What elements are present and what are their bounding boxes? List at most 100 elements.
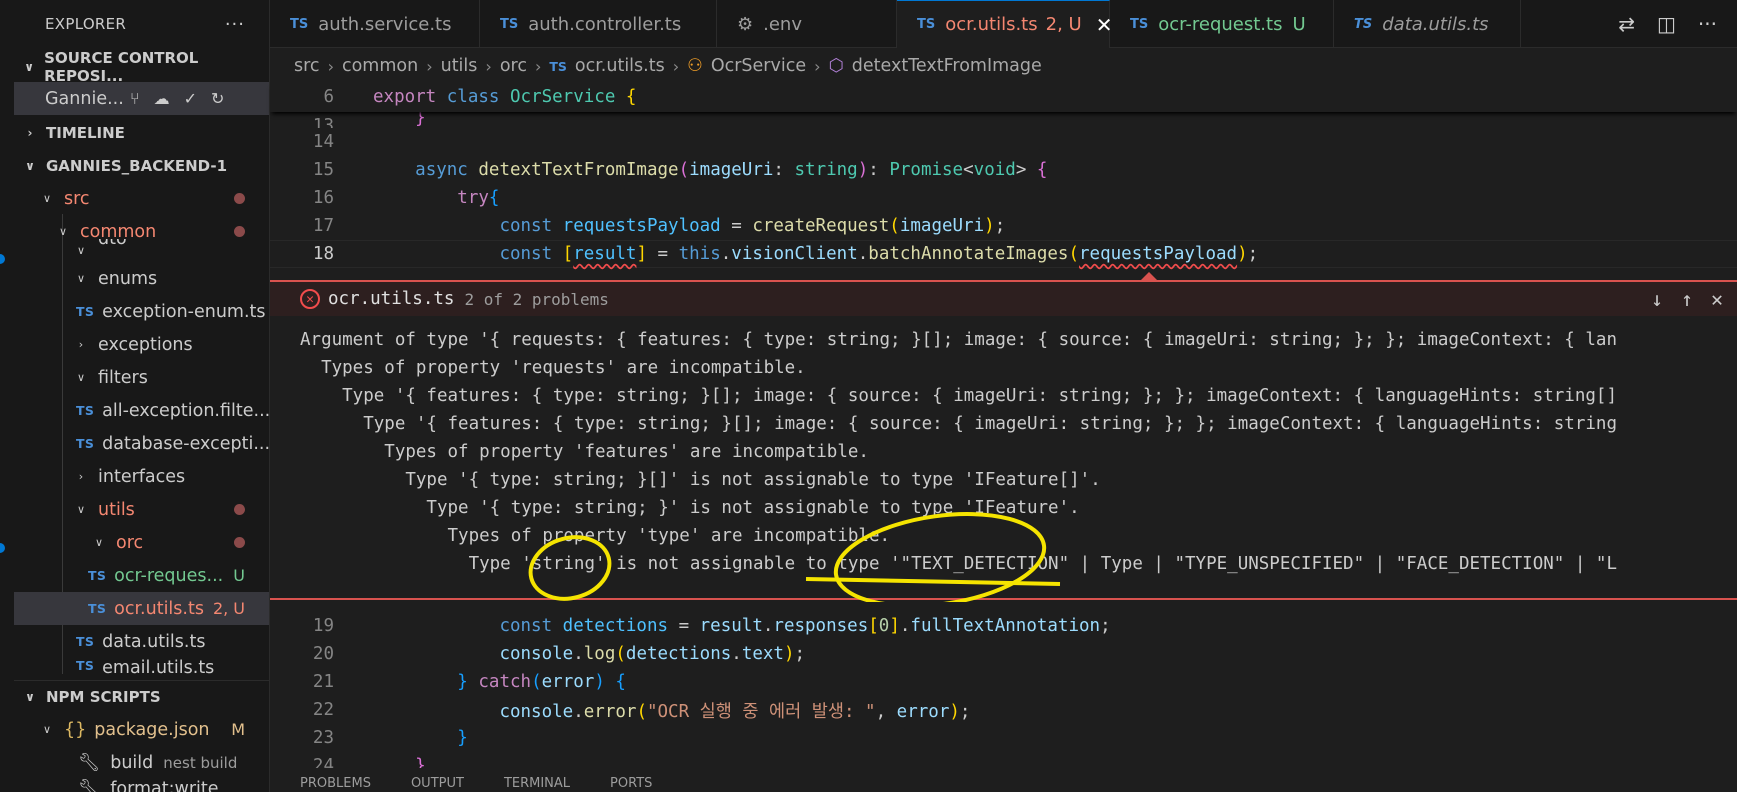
repo-row[interactable]: Gannie... ⑂ ☁ ✓ ↻ bbox=[14, 82, 269, 115]
tree-file-ocr-request[interactable]: TS ocr-reques... U bbox=[14, 559, 269, 592]
chevron-right-icon: › bbox=[485, 56, 492, 76]
tree-label: filters bbox=[98, 367, 148, 388]
compare-changes-icon[interactable]: ⇄ bbox=[1618, 12, 1635, 36]
modified-dot bbox=[234, 193, 245, 204]
class-symbol-icon: ⚇ bbox=[687, 56, 703, 76]
tree-folder-dto[interactable]: ∨ dto bbox=[14, 239, 269, 257]
tree-file-ocr-utils[interactable]: TS ocr.utils.ts 2, U bbox=[14, 592, 269, 625]
tree-label: all-exception.filte... bbox=[102, 400, 270, 421]
code-line: 20 console.log(detections.text); bbox=[270, 640, 1737, 668]
tree-folder-interfaces[interactable]: › interfaces bbox=[14, 460, 269, 493]
method-symbol-icon: ⬡ bbox=[828, 56, 844, 76]
tab-env[interactable]: ⚙ .env bbox=[717, 0, 897, 48]
tab-data-utils[interactable]: TS data.utils.ts bbox=[1334, 0, 1521, 48]
chevron-right-icon: › bbox=[78, 470, 84, 483]
tree-label: orc bbox=[116, 532, 144, 553]
chevron-down-icon: ∨ bbox=[76, 272, 86, 285]
line-number: 17 bbox=[312, 216, 334, 236]
breadcrumb-item[interactable]: OcrService bbox=[711, 56, 806, 76]
peek-file-name: ocr.utils.ts bbox=[328, 289, 455, 309]
typescript-file-icon: TS bbox=[76, 436, 95, 451]
json-icon: {} bbox=[64, 719, 87, 740]
tab-label: .env bbox=[763, 13, 802, 35]
chevron-down-icon: ∨ bbox=[24, 59, 34, 74]
tree-folder-orc[interactable]: ∨ orc bbox=[14, 526, 269, 559]
typescript-file-icon: TS bbox=[76, 658, 95, 673]
breadcrumb-item[interactable]: ocr.utils.ts bbox=[575, 56, 665, 76]
commit-check-icon[interactable]: ✓ bbox=[184, 89, 197, 108]
breadcrumb-item[interactable]: src bbox=[294, 56, 320, 76]
tree-file-data-utils[interactable]: TS data.utils.ts bbox=[14, 625, 269, 658]
tree-file-all-exception-filter[interactable]: TS all-exception.filte... bbox=[14, 394, 269, 427]
tree-folder-src[interactable]: ∨ src bbox=[14, 182, 269, 215]
tab-label: data.utils.ts bbox=[1382, 13, 1489, 35]
tree-folder-exceptions[interactable]: › exceptions bbox=[14, 328, 269, 361]
tree-file-database-exception[interactable]: TS database-excepti... bbox=[14, 427, 269, 460]
line-number: 22 bbox=[312, 700, 334, 720]
string-literal: "OCR 실행 중 에러 발생: " bbox=[646, 701, 876, 722]
activity-badge bbox=[0, 543, 5, 553]
breadcrumb-item[interactable]: orc bbox=[500, 56, 527, 76]
chevron-right-icon: › bbox=[814, 56, 821, 76]
tree-folder-filters[interactable]: ∨ filters bbox=[14, 361, 269, 394]
more-actions-icon[interactable]: ··· bbox=[225, 14, 245, 35]
tab-ocr-request[interactable]: TS ocr-request.ts U bbox=[1110, 0, 1334, 48]
refresh-icon[interactable]: ↻ bbox=[211, 89, 224, 108]
more-actions-icon[interactable]: ··· bbox=[1698, 12, 1717, 36]
section-title: NPM SCRIPTS bbox=[46, 688, 161, 706]
code-line: 15 async detextTextFromImage(imageUri: s… bbox=[270, 156, 1737, 184]
tab-ocr-utils[interactable]: TS ocr.utils.ts 2, U ✕ bbox=[897, 0, 1112, 48]
line-number: 15 bbox=[312, 160, 334, 180]
script-command: nest build bbox=[163, 753, 238, 772]
tree-label: package.json bbox=[94, 719, 210, 740]
timeline-section[interactable]: › TIMELINE bbox=[14, 116, 269, 149]
activity-bar bbox=[0, 0, 14, 792]
arrow-up-icon[interactable]: ↑ bbox=[1681, 287, 1693, 311]
problems-peek: ✕ ocr.utils.ts 2 of 2 problems ↓ ↑ ✕ Arg… bbox=[270, 272, 1737, 602]
section-title: GANNIES_BACKEND-1 bbox=[46, 156, 228, 175]
error-message-line: Types of property 'requests' are incompa… bbox=[300, 358, 806, 378]
breadcrumb-item[interactable]: detextTextFromImage bbox=[852, 56, 1042, 76]
tab-output[interactable]: OUTPUT bbox=[411, 776, 464, 792]
chevron-down-icon: ∨ bbox=[76, 503, 86, 516]
tree-label: ocr.utils.ts bbox=[114, 598, 204, 619]
npm-script-build[interactable]: 🔧︎ build nest build bbox=[14, 746, 269, 779]
tree-label: email.utils.ts bbox=[102, 658, 215, 678]
close-icon[interactable]: ✕ bbox=[1711, 287, 1723, 311]
git-untracked-badge: U bbox=[1292, 13, 1306, 35]
tab-label: auth.controller.ts bbox=[528, 13, 682, 35]
tree-label: enums bbox=[98, 268, 158, 289]
breadcrumb-item[interactable]: common bbox=[342, 56, 418, 76]
arrow-down-icon[interactable]: ↓ bbox=[1651, 287, 1663, 311]
tree-file-exception-enum[interactable]: TS exception-enum.ts bbox=[14, 295, 269, 328]
line-number: 14 bbox=[312, 132, 334, 152]
tab-auth-controller[interactable]: TS auth.controller.ts bbox=[480, 0, 717, 48]
chevron-right-icon: › bbox=[426, 56, 433, 76]
npm-script-next[interactable]: 🔧︎ format:write bbox=[14, 779, 269, 792]
sync-icon[interactable]: ☁ bbox=[154, 89, 170, 108]
sticky-scroll[interactable]: 6 export class OcrService { bbox=[270, 82, 1737, 112]
peek-header: ✕ ocr.utils.ts 2 of 2 problems ↓ ↑ ✕ bbox=[270, 282, 1737, 316]
code-line: 22 console.error("OCR 실행 중 에러 발생: ", err… bbox=[270, 696, 1737, 724]
breadcrumb-item[interactable]: utils bbox=[441, 56, 478, 76]
tree-label: exceptions bbox=[98, 334, 193, 355]
npm-scripts-section[interactable]: ∨ NPM SCRIPTS bbox=[14, 680, 269, 713]
npm-package-json[interactable]: ∨ {} package.json M bbox=[14, 713, 269, 746]
error-message-line: Type '{ type: string; }' is not assignab… bbox=[300, 498, 1080, 518]
problem-count: 2 of 2 problems bbox=[464, 289, 609, 309]
chevron-down-icon: ∨ bbox=[25, 690, 35, 704]
tree-folder-utils[interactable]: ∨ utils bbox=[14, 493, 269, 526]
sticky-line: 6 export class OcrService { bbox=[270, 83, 1737, 111]
tab-problems[interactable]: PROBLEMS bbox=[300, 776, 371, 792]
source-control-section[interactable]: ∨ SOURCE CONTROL REPOSI... bbox=[14, 49, 269, 85]
split-editor-icon[interactable]: ◫ bbox=[1657, 12, 1676, 36]
tree-folder-enums[interactable]: ∨ enums bbox=[14, 262, 269, 295]
tree-file-email-utils[interactable]: TS email.utils.ts bbox=[14, 658, 269, 678]
tab-ports[interactable]: PORTS bbox=[610, 776, 652, 792]
branch-icon[interactable]: ⑂ bbox=[130, 89, 140, 108]
script-name: build bbox=[110, 752, 154, 773]
tree-label: utils bbox=[98, 499, 135, 520]
tab-terminal[interactable]: TERMINAL bbox=[504, 776, 570, 792]
tab-auth-service[interactable]: TS auth.service.ts bbox=[270, 0, 480, 48]
project-section[interactable]: ∨ GANNIES_BACKEND-1 bbox=[14, 149, 269, 182]
